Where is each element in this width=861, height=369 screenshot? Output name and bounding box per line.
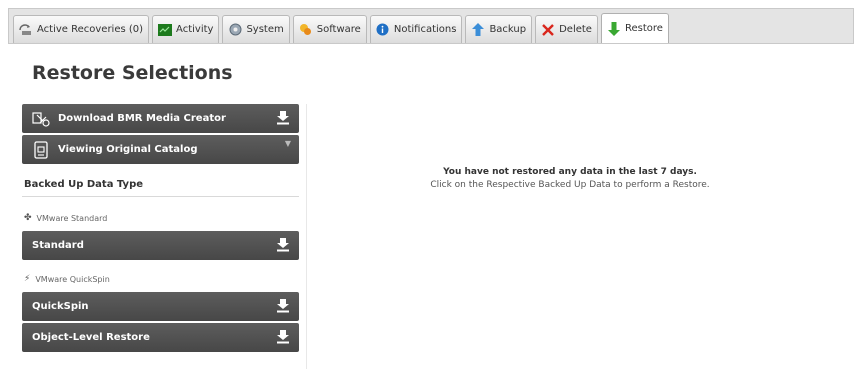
system-icon [228,23,242,37]
download-icon [277,111,289,125]
tab-notifications[interactable]: Notifications [369,15,463,43]
panel-separator [306,104,307,369]
tab-label: Backup [489,24,527,35]
object-level-label: Object-Level Restore [32,332,150,343]
tab-system[interactable]: System [222,15,290,43]
catalog-dropdown[interactable]: Viewing Original Catalog ▼ [22,135,299,164]
tab-delete[interactable]: Delete [535,15,598,43]
backup-icon [471,23,485,37]
restore-icon [607,21,621,36]
software-icon [299,23,313,37]
quickspin-label: QuickSpin [32,301,89,312]
download-icon [277,299,289,313]
empty-state-title: You have not restored any data in the la… [443,167,697,177]
catalog-label: Viewing Original Catalog [58,144,198,155]
vmware-standard-label: ✤ VMware Standard [24,213,299,223]
download-icon [277,238,289,252]
download-bmr-button[interactable]: Download BMR Media Creator [22,104,299,133]
tab-label: Software [316,24,361,35]
bmr-label: Download BMR Media Creator [58,113,226,124]
divider [22,196,299,197]
tab-label: System [246,24,284,35]
activity-icon [158,23,173,37]
quickspin-icon: ⚡ [24,274,31,284]
tab-restore[interactable]: Restore [600,13,669,43]
vmware-quickspin-label: ⚡ VMware QuickSpin [24,274,299,284]
tab-label: Active Recoveries (0) [37,24,144,35]
page-title: Restore Selections [32,62,233,84]
download-icon [277,330,289,344]
delete-icon [541,23,555,37]
vmware-icon: ✤ [24,213,32,223]
empty-state-hint: Click on the Respective Backed Up Data t… [430,180,710,190]
object-level-restore-button[interactable]: Object-Level Restore [22,323,299,352]
catalog-icon [32,140,50,159]
quickspin-button[interactable]: QuickSpin [22,292,299,321]
group-label-text: VMware QuickSpin [35,274,110,284]
restore-selection-panel: Download BMR Media Creator Viewing Origi… [22,104,299,354]
chevron-down-icon: ▼ [284,139,291,148]
notifications-icon [376,23,390,37]
bmr-media-icon [32,110,50,128]
empty-state: You have not restored any data in the la… [380,167,760,190]
recovery-icon [19,23,33,37]
tab-label: Activity [176,24,214,35]
tab-label: Restore [624,23,663,34]
standard-restore-button[interactable]: Standard [22,231,299,260]
tab-active-recoveries[interactable]: Active Recoveries (0) [13,15,150,43]
tab-activity[interactable]: Activity [152,15,220,43]
tab-backup[interactable]: Backup [465,15,533,43]
backed-up-data-type-heading: Backed Up Data Type [24,179,144,190]
tab-label: Notifications [393,24,457,35]
group-label-text: VMware Standard [36,213,108,223]
tab-label: Delete [559,24,592,35]
tab-software[interactable]: Software [292,15,367,43]
tab-bar: Active Recoveries (0) Activity System So… [8,8,854,44]
standard-label: Standard [32,240,84,251]
